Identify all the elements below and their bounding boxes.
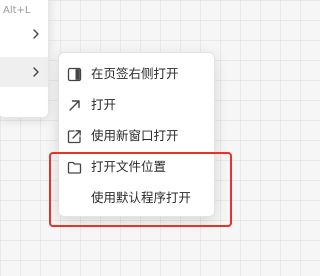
arrow-up-right-icon [69, 100, 80, 111]
menu-item-label: 在页签右侧打开 [91, 66, 179, 81]
open-submenu: 在页签右侧打开 打开 使用新窗口打开 打开文件位置 使用默认程序打开 [58, 52, 215, 217]
chevron-right-icon [33, 29, 39, 39]
chevron-right-icon [33, 67, 39, 77]
menu-item-label: 使用默认程序打开 [91, 190, 192, 205]
folder-icon [67, 161, 82, 174]
menu-item-label: 打开 [91, 97, 117, 112]
open-to-right-menu-item[interactable]: 在页签右侧打开 [59, 59, 214, 89]
menu-item-label: 使用新窗口打开 [91, 128, 179, 143]
split-right-icon [67, 67, 82, 82]
menu-item-label: 打开文件位置 [91, 159, 167, 174]
open-in-new-window-menu-item[interactable]: 使用新窗口打开 [59, 121, 214, 151]
parent-context-menu: Alt+L [0, 0, 49, 118]
parent-menu-item-open-submenu[interactable] [0, 57, 48, 87]
open-menu-item[interactable]: 打开 [59, 90, 214, 120]
parent-menu-item[interactable] [0, 19, 48, 49]
external-window-icon [67, 130, 81, 144]
open-file-location-menu-item[interactable]: 打开文件位置 [59, 152, 214, 182]
open-with-default-app-menu-item[interactable]: 使用默认程序打开 [59, 183, 214, 213]
shortcut-hint: Alt+L [3, 5, 31, 16]
